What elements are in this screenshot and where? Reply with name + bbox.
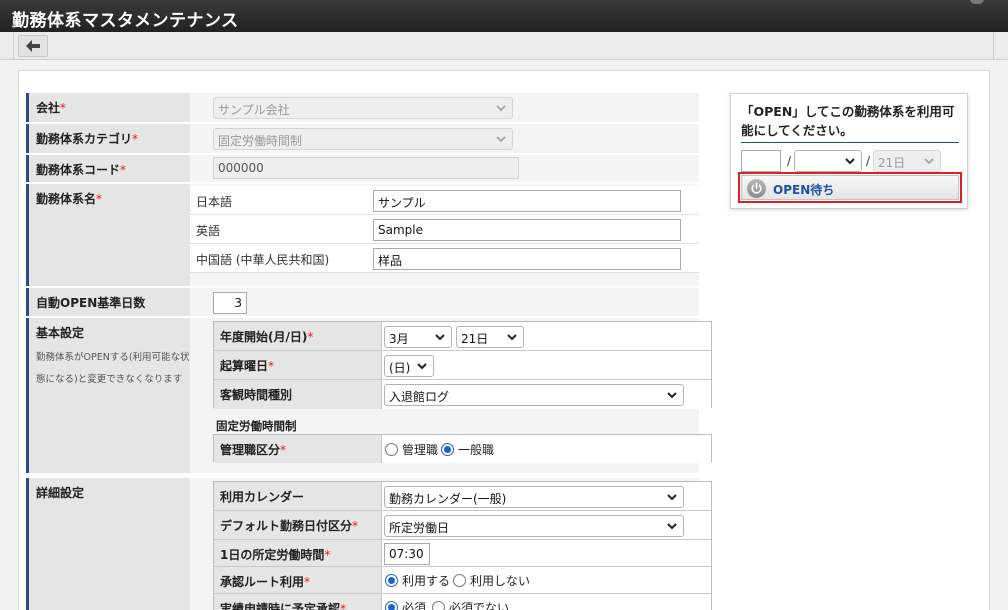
start-weekday-row: 起算曜日* (日) <box>214 351 711 380</box>
row-detail: 詳細設定 利用カレンダー 勤務カレンダー(一般) デフォルト勤務日付区分* 所定… <box>26 478 712 610</box>
chevron-down-icon <box>845 158 855 165</box>
name-ja-input[interactable]: サンプル <box>373 190 681 212</box>
power-icon <box>747 179 766 198</box>
objective-time-row: 客観時間種別 入退館ログ <box>214 380 711 409</box>
code-label: 勤務体系コード* <box>26 155 190 182</box>
required-radio[interactable]: 必須 <box>385 599 426 610</box>
fiscal-start-row: 年度開始(月/日)* 3月 21日 <box>214 322 711 351</box>
open-message: 「OPEN」してこの勤務体系を利用可能にしてください。 <box>741 102 959 143</box>
no-route-radio[interactable]: 利用しない <box>453 572 530 589</box>
toolbar <box>0 32 1008 60</box>
lang-label: 英語 <box>196 224 221 238</box>
name-row-en: 英語 Sample <box>190 215 699 244</box>
name-label: 勤務体系名* <box>26 184 190 286</box>
title-bar: 勤務体系マスタメンテナンス <box>0 0 1008 32</box>
name-en-input[interactable]: Sample <box>373 219 681 241</box>
row-code: 勤務体系コード* 000000 <box>26 155 699 183</box>
auto-open-days-input[interactable]: 3 <box>213 292 247 314</box>
basic-table: 年度開始(月/日)* 3月 21日 起算曜日* (日) 客観時間種別 入退館ログ <box>213 321 712 409</box>
row-category: 勤務体系カテゴリ* 固定労働時間制 <box>26 124 699 154</box>
manager-radio[interactable]: 管理職 <box>385 441 438 458</box>
detail-label: 詳細設定 <box>26 478 190 610</box>
row-basic: 基本設定 勤務体系がOPENする(利用可能な状態になる)と変更できなくなります … <box>26 318 712 474</box>
back-button[interactable] <box>18 35 48 57</box>
daily-hours-input[interactable]: 07:30 <box>384 543 430 565</box>
radio-on-icon <box>441 443 454 456</box>
radio-off-icon <box>385 443 398 456</box>
chevron-down-icon <box>417 363 427 370</box>
calendar-row: 利用カレンダー 勤務カレンダー(一般) <box>214 482 711 511</box>
general-radio[interactable]: 一般職 <box>441 441 494 458</box>
open-day-select[interactable]: 21日 <box>873 150 941 172</box>
radio-off-icon <box>432 601 445 610</box>
basic-label: 基本設定 勤務体系がOPENする(利用可能な状態になる)と変更できなくなります <box>26 318 190 473</box>
basic-note: 勤務体系がOPENする(利用可能な状態になる)と変更できなくなります <box>36 352 190 385</box>
chevron-down-icon <box>924 158 934 165</box>
row-name: 勤務体系名* 日本語 サンプル 英語 Sample 中国語 (中華人民共和国) … <box>26 184 699 287</box>
category-label: 勤務体系カテゴリ* <box>26 124 190 153</box>
name-row-zh: 中国語 (中華人民共和国) 样品 <box>190 244 699 273</box>
fixed-hours-group-label: 固定労働時間制 <box>216 419 297 433</box>
chevron-down-icon <box>496 136 506 143</box>
chevron-down-icon <box>435 334 445 341</box>
page-title: 勤務体系マスタメンテナンス <box>12 11 239 31</box>
open-year-input[interactable] <box>741 150 781 172</box>
chevron-down-icon <box>507 334 517 341</box>
use-route-radio[interactable]: 利用する <box>385 572 450 589</box>
objective-time-select[interactable]: 入退館ログ <box>384 384 684 406</box>
manager-class-row: 管理職区分* 管理職 一般職 <box>214 435 711 463</box>
fiscal-day-select[interactable]: 21日 <box>456 326 524 348</box>
category-select[interactable]: 固定労働時間制 <box>213 128 513 150</box>
daily-hours-row: 1日の所定労働時間* 07:30 <box>214 540 711 567</box>
radio-on-icon <box>385 574 398 587</box>
arrow-left-icon <box>26 40 40 52</box>
auto-open-label: 自動OPEN基準日数 <box>26 288 190 316</box>
company-select[interactable]: サンプル会社 <box>213 97 513 119</box>
fiscal-month-select[interactable]: 3月 <box>384 326 452 348</box>
code-field[interactable]: 000000 <box>213 157 519 179</box>
not-required-radio[interactable]: 必須でない <box>432 599 509 610</box>
approval-route-row: 承認ルート利用* 利用する 利用しない <box>214 567 711 594</box>
lang-label: 中国語 (中華人民共和国) <box>196 253 330 267</box>
manager-table: 管理職区分* 管理職 一般職 <box>213 434 712 463</box>
company-label: 会社* <box>26 93 190 122</box>
open-wait-button[interactable]: OPEN待ち <box>738 172 962 203</box>
chevron-down-icon <box>667 392 677 399</box>
toolbar-divider <box>0 32 14 60</box>
chevron-down-icon <box>667 494 677 501</box>
pre-approval-row: 実績申請時に予定承認* 必須 必須でない <box>214 594 711 610</box>
start-weekday-select[interactable]: (日) <box>384 355 434 377</box>
toolbar-divider <box>993 32 994 60</box>
chevron-down-icon <box>496 105 506 112</box>
window-control[interactable] <box>970 0 984 4</box>
lang-label: 日本語 <box>196 195 233 209</box>
row-auto-open: 自動OPEN基準日数 3 <box>26 288 699 317</box>
chevron-down-icon <box>667 523 677 530</box>
name-zh-input[interactable]: 样品 <box>373 248 681 270</box>
default-day-select[interactable]: 所定労働日 <box>384 515 684 537</box>
detail-table: 利用カレンダー 勤務カレンダー(一般) デフォルト勤務日付区分* 所定労働日 1… <box>213 481 712 610</box>
name-row-ja: 日本語 サンプル <box>190 186 699 215</box>
radio-off-icon <box>453 574 466 587</box>
date-separator: / <box>866 154 871 168</box>
row-company: 会社* サンプル会社 <box>26 93 699 123</box>
radio-on-icon <box>385 601 398 610</box>
open-wait-label: OPEN待ち <box>773 183 835 197</box>
date-separator: / <box>787 154 792 168</box>
open-month-select[interactable] <box>794 150 862 172</box>
calendar-select[interactable]: 勤務カレンダー(一般) <box>384 486 684 508</box>
default-day-row: デフォルト勤務日付区分* 所定労働日 <box>214 511 711 540</box>
